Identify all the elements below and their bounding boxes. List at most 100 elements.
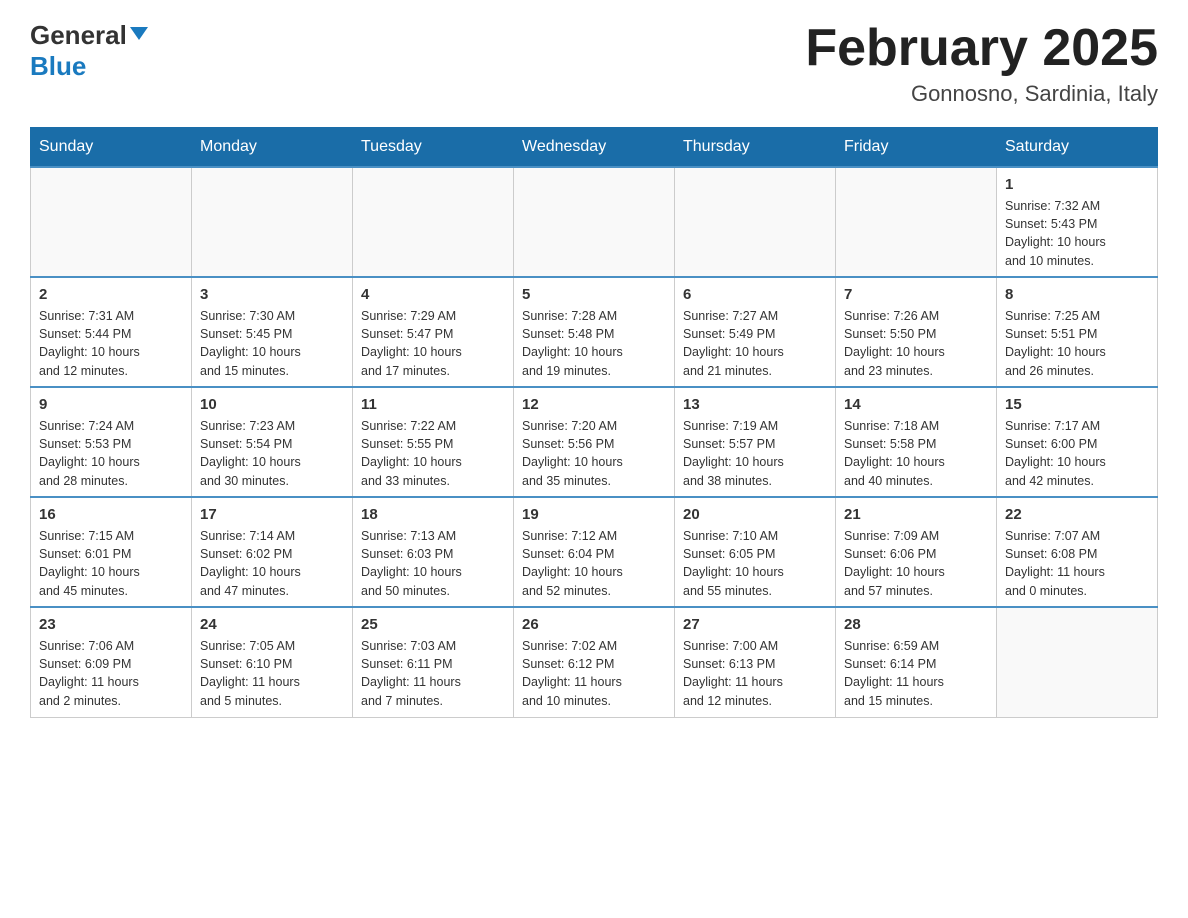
day-info: Sunrise: 7:24 AM Sunset: 5:53 PM Dayligh… [39,417,183,490]
day-cell [31,167,192,277]
day-info: Sunrise: 7:25 AM Sunset: 5:51 PM Dayligh… [1005,307,1149,380]
day-info: Sunrise: 7:20 AM Sunset: 5:56 PM Dayligh… [522,417,666,490]
week-row-2: 2 Sunrise: 7:31 AM Sunset: 5:44 PM Daylig… [31,277,1158,387]
day-info: Sunrise: 7:05 AM Sunset: 6:10 PM Dayligh… [200,637,344,710]
week-row-4: 16Sunrise: 7:15 AM Sunset: 6:01 PM Dayli… [31,497,1158,607]
day-number: 9 [39,396,183,413]
week-row-5: 23 Sunrise: 7:06 AM Sunset: 6:09 PM Dayli… [31,607,1158,717]
day-info: Sunrise: 7:30 AM Sunset: 5:45 PM Dayligh… [200,307,344,380]
day-number: 5 [522,286,666,303]
day-cell: 4 Sunrise: 7:29 AM Sunset: 5:47 PM Daylig… [353,277,514,387]
day-cell [353,167,514,277]
location-text: Gonnosno, Sardinia, Italy [805,81,1158,107]
day-info: Sunrise: 7:32 AM Sunset: 5:43 PM Dayligh… [1005,197,1149,270]
day-cell: 2 Sunrise: 7:31 AM Sunset: 5:44 PM Daylig… [31,277,192,387]
day-cell: 7Sunrise: 7:26 AM Sunset: 5:50 PM Daylig… [836,277,997,387]
day-cell: 1 Sunrise: 7:32 AM Sunset: 5:43 PM Daylig… [997,167,1158,277]
day-number: 27 [683,616,827,633]
day-info: Sunrise: 7:12 AM Sunset: 6:04 PM Dayligh… [522,527,666,600]
weekday-header-row: Sunday Monday Tuesday Wednesday Thursday… [31,128,1158,168]
day-number: 25 [361,616,505,633]
day-cell: 19 Sunrise: 7:12 AM Sunset: 6:04 PM Dayli… [514,497,675,607]
logo-chevron-icon [130,27,148,40]
header-monday: Monday [192,128,353,168]
day-number: 18 [361,506,505,523]
day-info: Sunrise: 7:10 AM Sunset: 6:05 PM Dayligh… [683,527,827,600]
day-number: 23 [39,616,183,633]
header-wednesday: Wednesday [514,128,675,168]
title-block: February 2025 Gonnosno, Sardinia, Italy [805,20,1158,107]
day-info: Sunrise: 7:29 AM Sunset: 5:47 PM Dayligh… [361,307,505,380]
day-cell: 28 Sunrise: 6:59 AM Sunset: 6:14 PM Dayli… [836,607,997,717]
day-cell: 27 Sunrise: 7:00 AM Sunset: 6:13 PM Dayli… [675,607,836,717]
header-thursday: Thursday [675,128,836,168]
day-number: 21 [844,506,988,523]
day-number: 2 [39,286,183,303]
day-cell: 11Sunrise: 7:22 AM Sunset: 5:55 PM Dayli… [353,387,514,497]
day-cell [192,167,353,277]
day-info: Sunrise: 7:22 AM Sunset: 5:55 PM Dayligh… [361,417,505,490]
week-row-3: 9 Sunrise: 7:24 AM Sunset: 5:53 PM Daylig… [31,387,1158,497]
day-cell: 24 Sunrise: 7:05 AM Sunset: 6:10 PM Dayli… [192,607,353,717]
day-cell: 13 Sunrise: 7:19 AM Sunset: 5:57 PM Dayli… [675,387,836,497]
logo: General Blue [30,20,148,82]
day-cell [997,607,1158,717]
day-cell: 23 Sunrise: 7:06 AM Sunset: 6:09 PM Dayli… [31,607,192,717]
day-number: 10 [200,396,344,413]
day-info: Sunrise: 7:19 AM Sunset: 5:57 PM Dayligh… [683,417,827,490]
day-cell: 26Sunrise: 7:02 AM Sunset: 6:12 PM Dayli… [514,607,675,717]
day-info: Sunrise: 7:03 AM Sunset: 6:11 PM Dayligh… [361,637,505,710]
day-cell: 18 Sunrise: 7:13 AM Sunset: 6:03 PM Dayli… [353,497,514,607]
day-cell: 14Sunrise: 7:18 AM Sunset: 5:58 PM Dayli… [836,387,997,497]
day-number: 3 [200,286,344,303]
day-cell: 5 Sunrise: 7:28 AM Sunset: 5:48 PM Daylig… [514,277,675,387]
day-info: Sunrise: 7:07 AM Sunset: 6:08 PM Dayligh… [1005,527,1149,600]
day-info: Sunrise: 7:31 AM Sunset: 5:44 PM Dayligh… [39,307,183,380]
page-header: General Blue February 2025 Gonnosno, Sar… [30,20,1158,107]
day-number: 15 [1005,396,1149,413]
day-cell: 3 Sunrise: 7:30 AM Sunset: 5:45 PM Daylig… [192,277,353,387]
day-info: Sunrise: 7:14 AM Sunset: 6:02 PM Dayligh… [200,527,344,600]
day-number: 8 [1005,286,1149,303]
logo-blue-text: Blue [30,51,86,81]
day-number: 1 [1005,176,1149,193]
day-info: Sunrise: 7:28 AM Sunset: 5:48 PM Dayligh… [522,307,666,380]
day-cell [675,167,836,277]
day-number: 22 [1005,506,1149,523]
day-number: 28 [844,616,988,633]
day-number: 4 [361,286,505,303]
day-number: 19 [522,506,666,523]
header-saturday: Saturday [997,128,1158,168]
day-info: Sunrise: 6:59 AM Sunset: 6:14 PM Dayligh… [844,637,988,710]
day-info: Sunrise: 7:00 AM Sunset: 6:13 PM Dayligh… [683,637,827,710]
day-cell: 12 Sunrise: 7:20 AM Sunset: 5:56 PM Dayli… [514,387,675,497]
day-cell: 17Sunrise: 7:14 AM Sunset: 6:02 PM Dayli… [192,497,353,607]
day-info: Sunrise: 7:26 AM Sunset: 5:50 PM Dayligh… [844,307,988,380]
day-cell [836,167,997,277]
day-info: Sunrise: 7:23 AM Sunset: 5:54 PM Dayligh… [200,417,344,490]
day-info: Sunrise: 7:06 AM Sunset: 6:09 PM Dayligh… [39,637,183,710]
day-info: Sunrise: 7:09 AM Sunset: 6:06 PM Dayligh… [844,527,988,600]
day-number: 24 [200,616,344,633]
day-cell: 21 Sunrise: 7:09 AM Sunset: 6:06 PM Dayli… [836,497,997,607]
day-number: 13 [683,396,827,413]
day-info: Sunrise: 7:02 AM Sunset: 6:12 PM Dayligh… [522,637,666,710]
day-number: 20 [683,506,827,523]
day-cell: 15Sunrise: 7:17 AM Sunset: 6:00 PM Dayli… [997,387,1158,497]
header-sunday: Sunday [31,128,192,168]
day-cell: 9 Sunrise: 7:24 AM Sunset: 5:53 PM Daylig… [31,387,192,497]
day-cell [514,167,675,277]
day-cell: 25 Sunrise: 7:03 AM Sunset: 6:11 PM Dayli… [353,607,514,717]
day-info: Sunrise: 7:15 AM Sunset: 6:01 PM Dayligh… [39,527,183,600]
day-info: Sunrise: 7:27 AM Sunset: 5:49 PM Dayligh… [683,307,827,380]
header-friday: Friday [836,128,997,168]
day-number: 12 [522,396,666,413]
calendar-table: Sunday Monday Tuesday Wednesday Thursday… [30,127,1158,718]
logo-general-text: General [30,20,127,51]
day-cell: 20 Sunrise: 7:10 AM Sunset: 6:05 PM Dayli… [675,497,836,607]
day-number: 6 [683,286,827,303]
day-info: Sunrise: 7:13 AM Sunset: 6:03 PM Dayligh… [361,527,505,600]
day-cell: 6 Sunrise: 7:27 AM Sunset: 5:49 PM Daylig… [675,277,836,387]
day-cell: 22 Sunrise: 7:07 AM Sunset: 6:08 PM Dayli… [997,497,1158,607]
week-row-1: 1 Sunrise: 7:32 AM Sunset: 5:43 PM Daylig… [31,167,1158,277]
